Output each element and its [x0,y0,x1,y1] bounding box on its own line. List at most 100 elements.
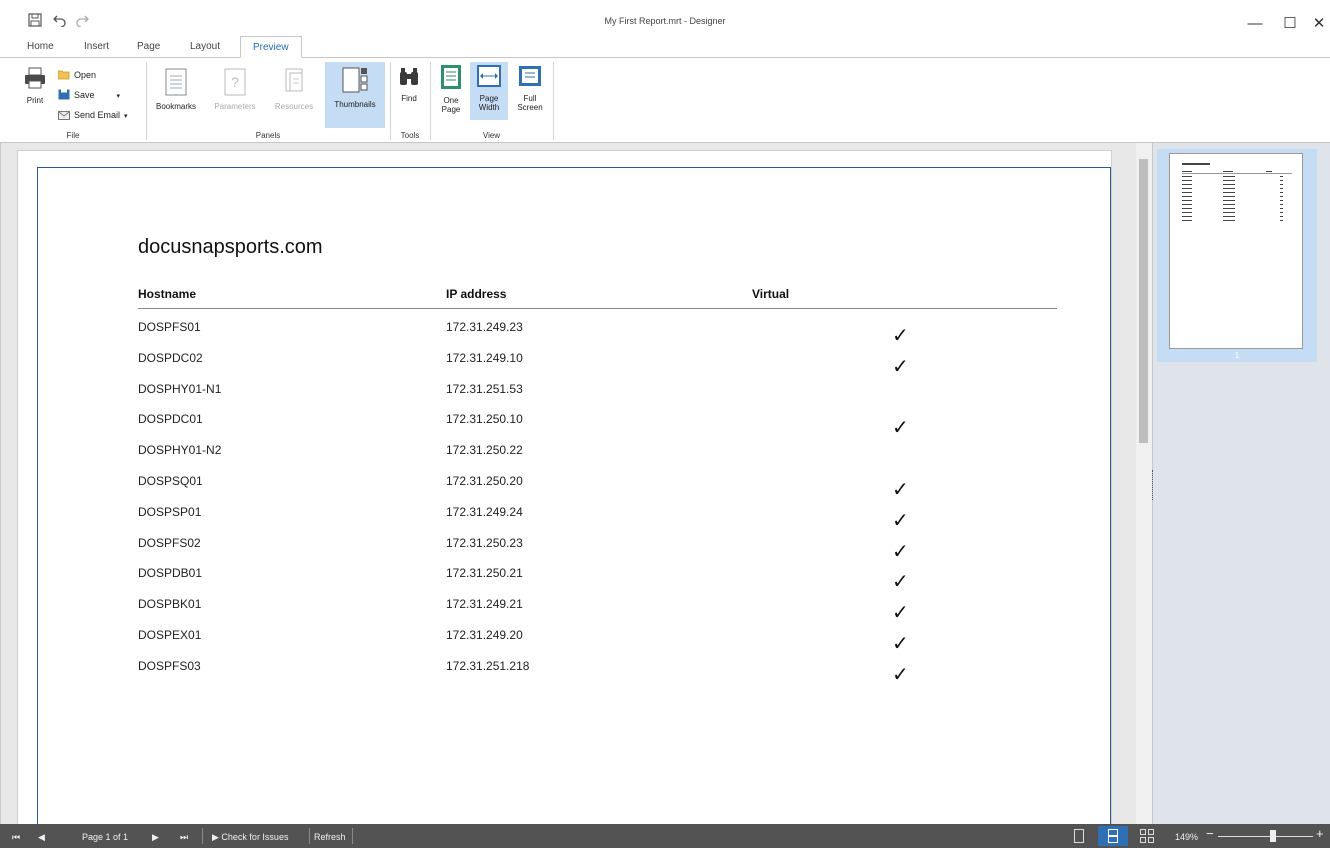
virtual-check-icon: ✓ [892,510,909,532]
thumbnails-panel: 1 [1152,143,1330,824]
virtual-check-icon: ✓ [892,417,909,439]
cell-ip-address: 172.31.250.10 [446,412,523,426]
refresh-button[interactable]: Refresh [314,830,346,844]
save-icon [58,89,70,100]
virtual-check-icon: ✓ [892,541,909,563]
one-page-icon [435,64,467,92]
group-divider [553,62,554,140]
minimize-button[interactable]: — [1240,14,1270,34]
open-button[interactable]: Open [57,68,97,82]
cell-hostname: DOSPBK01 [138,597,202,611]
cell-hostname: DOSPFS02 [138,536,201,550]
full-screen-label-line1: Full [523,94,537,103]
group-label-tools: Tools [400,131,420,140]
page-width-button[interactable]: Page Width [470,62,508,120]
binoculars-icon [394,66,424,90]
virtual-check-icon: ✓ [892,356,909,378]
page-indicator: Page 1 of 1 [81,832,129,842]
last-page-icon[interactable]: ⏭ [180,830,188,844]
window-title: My First Report.mrt - Designer [604,16,726,26]
cell-ip-address: 172.31.250.23 [446,536,523,550]
cell-hostname: DOSPSP01 [138,505,202,519]
column-header-hostname: Hostname [138,287,197,301]
check-for-issues-button[interactable]: ▶ Check for Issues [212,830,288,844]
parameters-button[interactable]: ? Parameters [208,64,262,124]
check-for-issues-label: Check for Issues [221,832,289,842]
resources-label: Resources [274,102,314,111]
panel-splitter[interactable] [1152,470,1154,500]
thumbnail-page-preview[interactable] [1169,153,1303,349]
page-margin-frame [37,167,1111,824]
save-label: Save [74,90,95,100]
group-label-view: View [482,131,501,140]
column-header-virtual: Virtual [752,287,790,301]
cell-hostname: DOSPHY01-N1 [138,382,222,396]
continuous-view-icon[interactable] [1098,826,1128,846]
folder-icon [57,69,70,80]
resources-icon [268,68,320,98]
one-page-button[interactable]: One Page [435,64,467,114]
print-button[interactable]: Print [22,66,48,105]
scrollbar-thumb[interactable] [1139,159,1148,443]
cell-ip-address: 172.31.249.24 [446,505,523,519]
tab-page[interactable]: Page [137,40,160,58]
multiple-pages-view-icon[interactable] [1140,829,1154,843]
ribbon-tabs: Home Insert Page Layout Preview [0,34,1330,58]
open-label: Open [74,70,97,80]
zoom-slider-track[interactable] [1218,836,1313,837]
column-header-ip-address: IP address [446,287,507,301]
tab-preview[interactable]: Preview [240,36,302,58]
tab-home[interactable]: Home [27,40,54,58]
next-page-icon[interactable]: ▶ [152,830,159,844]
send-email-button[interactable]: Send Email ▾ [58,108,128,122]
cell-hostname: DOSPDB01 [138,566,203,580]
chevron-down-icon: ▾ [116,93,121,100]
cell-ip-address: 172.31.249.10 [446,351,523,365]
tab-layout[interactable]: Layout [190,40,220,58]
full-screen-button[interactable]: Full Screen [512,64,548,112]
cell-hostname: DOSPFS01 [138,320,201,334]
single-page-view-icon[interactable] [1074,829,1084,843]
tab-insert[interactable]: Insert [84,40,109,58]
cell-ip-address: 172.31.249.23 [446,320,523,334]
parameters-icon: ? [208,68,262,98]
group-label-file: File [66,131,80,140]
first-page-icon[interactable]: ⏮ [12,830,20,844]
zoom-in-button[interactable]: + [1316,827,1324,841]
cell-hostname: DOSPSQ01 [138,474,203,488]
thumbnails-button[interactable]: Thumbnails [325,62,385,128]
page-width-label-line2: Width [478,103,500,112]
cell-ip-address: 172.31.250.21 [446,566,523,580]
resources-button[interactable]: Resources [268,64,320,124]
cell-hostname: DOSPEX01 [138,628,202,642]
virtual-check-icon: ✓ [892,571,909,593]
status-bar: ⏮ ◀ Page 1 of 1 ▶ ⏭ ▶ Check for Issues R… [0,824,1330,848]
maximize-button[interactable]: ☐ [1275,14,1305,34]
cell-ip-address: 172.31.250.22 [446,443,523,457]
title-bar: My First Report.mrt - Designer — ☐ ✕ [0,0,1330,34]
previous-page-icon[interactable]: ◀ [38,830,45,844]
thumbnails-label: Thumbnails [334,100,376,109]
virtual-check-icon: ✓ [892,479,909,501]
email-icon [58,109,70,120]
chevron-down-icon: ▾ [124,113,128,120]
page-width-label-line1: Page [479,94,499,103]
virtual-check-icon: ✓ [892,633,909,655]
printer-icon [22,66,48,92]
bookmarks-button[interactable]: Bookmarks [150,64,202,124]
close-button[interactable]: ✕ [1304,14,1330,34]
save-dropdown-button[interactable]: Save ▾ [58,88,120,102]
ribbon: Print Open Save ▾ Send Email ▾ File Bookma… [0,57,1330,143]
virtual-check-icon: ✓ [892,664,909,686]
cell-ip-address: 172.31.249.20 [446,628,523,642]
vertical-scrollbar[interactable] [1136,143,1152,824]
cell-hostname: DOSPFS03 [138,659,201,673]
cell-hostname: DOSPDC01 [138,412,203,426]
zoom-slider-handle[interactable] [1270,830,1276,842]
zoom-out-button[interactable]: − [1206,827,1214,841]
find-button[interactable]: Find [394,66,424,103]
virtual-check-icon: ✓ [892,325,909,347]
cell-ip-address: 172.31.250.20 [446,474,523,488]
print-label: Print [26,96,44,105]
one-page-label-line2: Page [441,105,461,114]
